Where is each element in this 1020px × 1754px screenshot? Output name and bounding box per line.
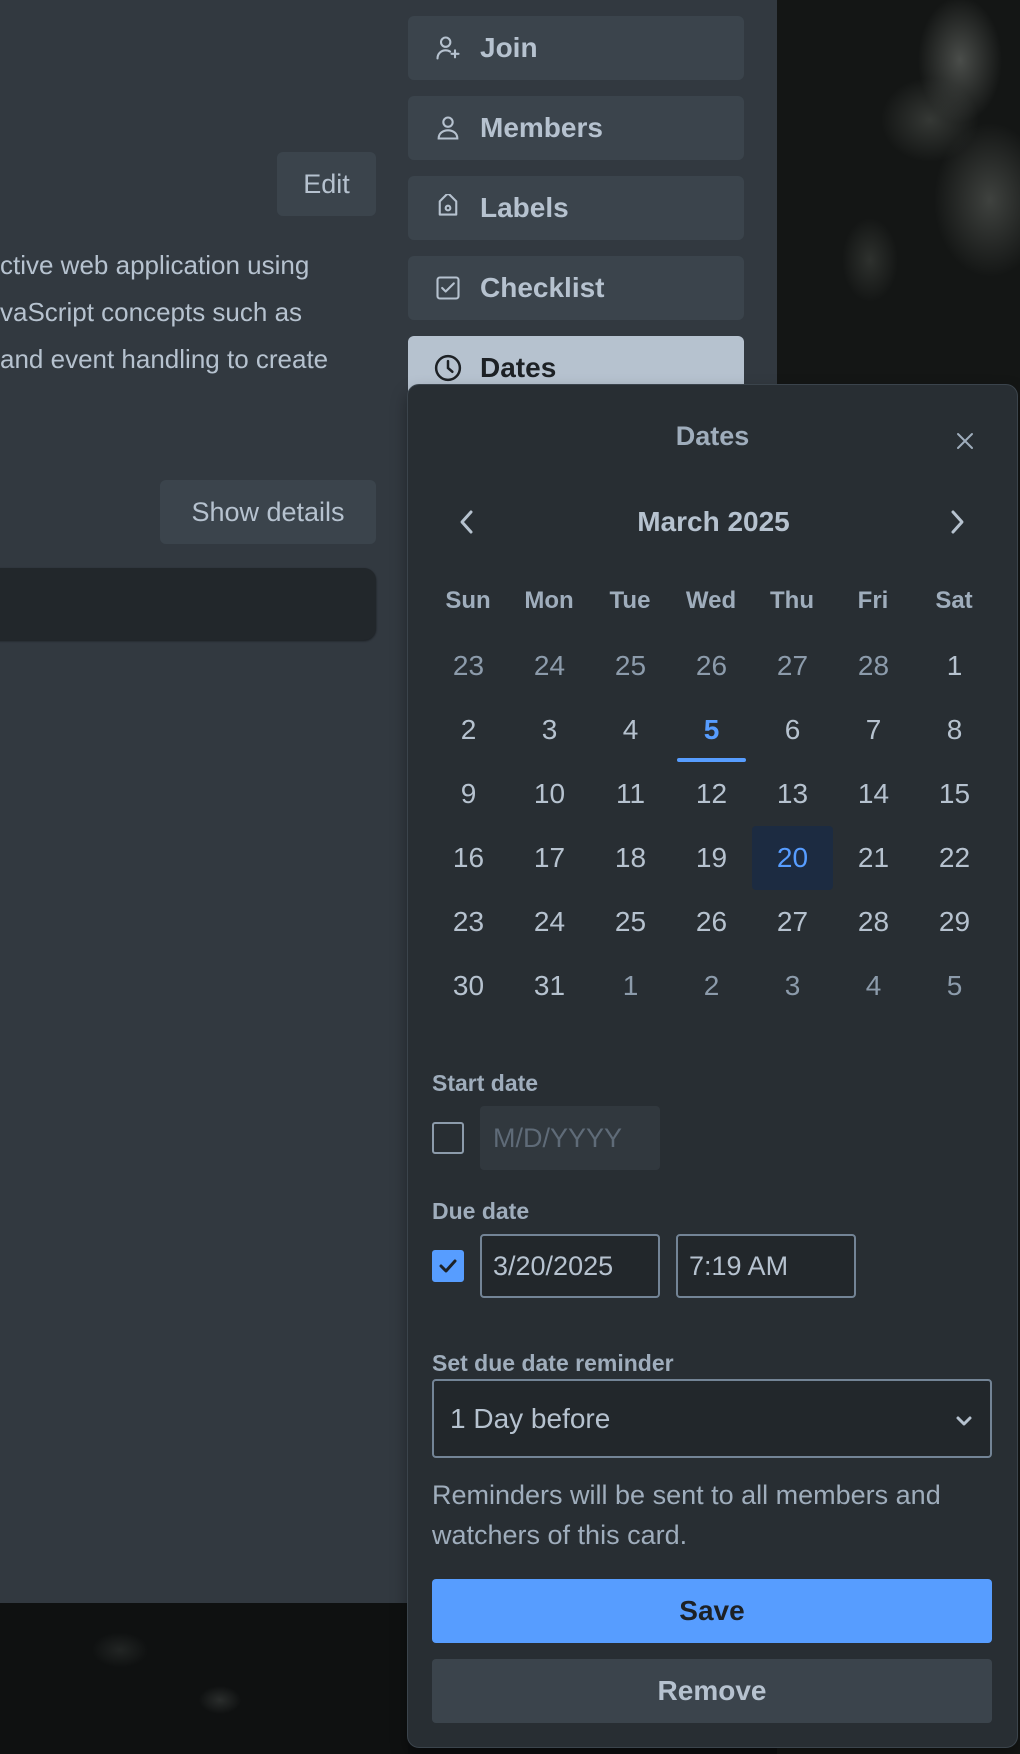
calendar-day[interactable]: 3 — [752, 954, 833, 1018]
close-icon[interactable] — [945, 421, 985, 461]
weekday-label: Sun — [445, 587, 491, 614]
start-date-label: Start date — [432, 1070, 539, 1096]
description-line-3: and event handling to create — [0, 344, 329, 374]
start-date-checkbox[interactable] — [432, 1122, 464, 1154]
calendar-day[interactable]: 17 — [509, 826, 590, 890]
calendar-day[interactable]: 1 — [914, 634, 995, 698]
due-date-label: Due date — [432, 1198, 530, 1224]
calendar-day[interactable]: 15 — [914, 762, 995, 826]
weekday-label: Thu — [770, 587, 814, 614]
show-details-button[interactable]: Show details — [160, 480, 376, 544]
due-date-input[interactable] — [480, 1234, 660, 1298]
calendar-day[interactable]: 10 — [509, 762, 590, 826]
calendar-day[interactable]: 23 — [428, 634, 509, 698]
popover-title: Dates — [675, 421, 750, 451]
tag-icon — [432, 192, 464, 224]
reminder-label: Set due date reminder — [432, 1350, 674, 1376]
weekday-label: Sat — [935, 587, 973, 614]
due-date-checkbox[interactable] — [432, 1250, 464, 1282]
calendar-day[interactable]: 29 — [914, 890, 995, 954]
comment-input[interactable] — [0, 568, 376, 640]
sidebar-item-label: Dates — [480, 352, 557, 383]
calendar-day[interactable]: 5 — [914, 954, 995, 1018]
next-month-icon[interactable] — [936, 502, 976, 542]
sidebar-item-label: Members — [480, 112, 603, 143]
calendar-day[interactable]: 2 — [671, 954, 752, 1018]
description-line-1: ctive web application using — [0, 250, 310, 280]
board-background-bottom — [0, 1603, 408, 1754]
sidebar-item-join[interactable]: Join — [408, 16, 744, 80]
calendar-day[interactable]: 25 — [590, 634, 671, 698]
calendar-day[interactable]: 27 — [752, 634, 833, 698]
clock-icon — [432, 352, 464, 384]
weekday-label: Fri — [857, 587, 889, 614]
reminder-note: Reminders will be sent to all members an… — [432, 1480, 941, 1550]
calendar-day[interactable]: 20 — [752, 826, 833, 890]
calendar-day[interactable]: 27 — [752, 890, 833, 954]
calendar-day[interactable]: 5 — [671, 698, 752, 762]
calendar-day[interactable]: 26 — [671, 634, 752, 698]
calendar-day[interactable]: 25 — [590, 890, 671, 954]
month-label: March 2025 — [637, 506, 790, 537]
calendar-day[interactable]: 31 — [509, 954, 590, 1018]
calendar-day[interactable]: 30 — [428, 954, 509, 1018]
remove-button[interactable]: Remove — [432, 1659, 992, 1723]
calendar-day[interactable]: 1 — [590, 954, 671, 1018]
calendar-day[interactable]: 19 — [671, 826, 752, 890]
calendar-day[interactable]: 26 — [671, 890, 752, 954]
weekday-label: Mon — [524, 587, 574, 614]
sidebar-item-labels[interactable]: Labels — [408, 176, 744, 240]
save-button[interactable]: Save — [432, 1579, 992, 1643]
calendar-day[interactable]: 12 — [671, 762, 752, 826]
sidebar-item-label: Labels — [480, 192, 569, 223]
calendar-day[interactable]: 7 — [833, 698, 914, 762]
weekday-label: Wed — [685, 587, 737, 614]
calendar-day[interactable]: 14 — [833, 762, 914, 826]
user-plus-icon — [432, 32, 464, 64]
calendar-day[interactable]: 3 — [509, 698, 590, 762]
calendar-day[interactable]: 24 — [509, 634, 590, 698]
calendar-day[interactable]: 4 — [833, 954, 914, 1018]
calendar-day[interactable]: 28 — [833, 890, 914, 954]
calendar-day[interactable]: 18 — [590, 826, 671, 890]
sidebar-item-checklist[interactable]: Checklist — [408, 256, 744, 320]
calendar-day[interactable]: 13 — [752, 762, 833, 826]
description-line-2: vaScript concepts such as — [0, 297, 303, 327]
calendar-day[interactable]: 6 — [752, 698, 833, 762]
edit-description-button[interactable]: Edit — [277, 152, 376, 216]
sidebar-item-members[interactable]: Members — [408, 96, 744, 160]
calendar-day[interactable]: 9 — [428, 762, 509, 826]
calendar-day[interactable]: 28 — [833, 634, 914, 698]
chevron-down-icon — [954, 1403, 974, 1435]
weekday-label: Tue — [609, 587, 651, 614]
user-icon — [432, 112, 464, 144]
calendar-day[interactable]: 8 — [914, 698, 995, 762]
check-icon — [439, 1259, 457, 1273]
sidebar-item-label: Join — [480, 32, 538, 63]
due-time-input[interactable] — [676, 1234, 856, 1298]
calendar-day[interactable]: 22 — [914, 826, 995, 890]
sidebar-item-label: Checklist — [480, 272, 605, 303]
reminder-select[interactable]: 1 Day before — [432, 1379, 992, 1458]
start-date-input[interactable] — [480, 1106, 660, 1170]
checklist-icon — [432, 272, 464, 304]
reminder-selected-value: 1 Day before — [450, 1402, 611, 1434]
calendar-day[interactable]: 4 — [590, 698, 671, 762]
calendar-day[interactable]: 2 — [428, 698, 509, 762]
calendar-day[interactable]: 24 — [509, 890, 590, 954]
calendar-day[interactable]: 16 — [428, 826, 509, 890]
calendar-day[interactable]: 11 — [590, 762, 671, 826]
calendar-day[interactable]: 21 — [833, 826, 914, 890]
calendar-day[interactable]: 23 — [428, 890, 509, 954]
